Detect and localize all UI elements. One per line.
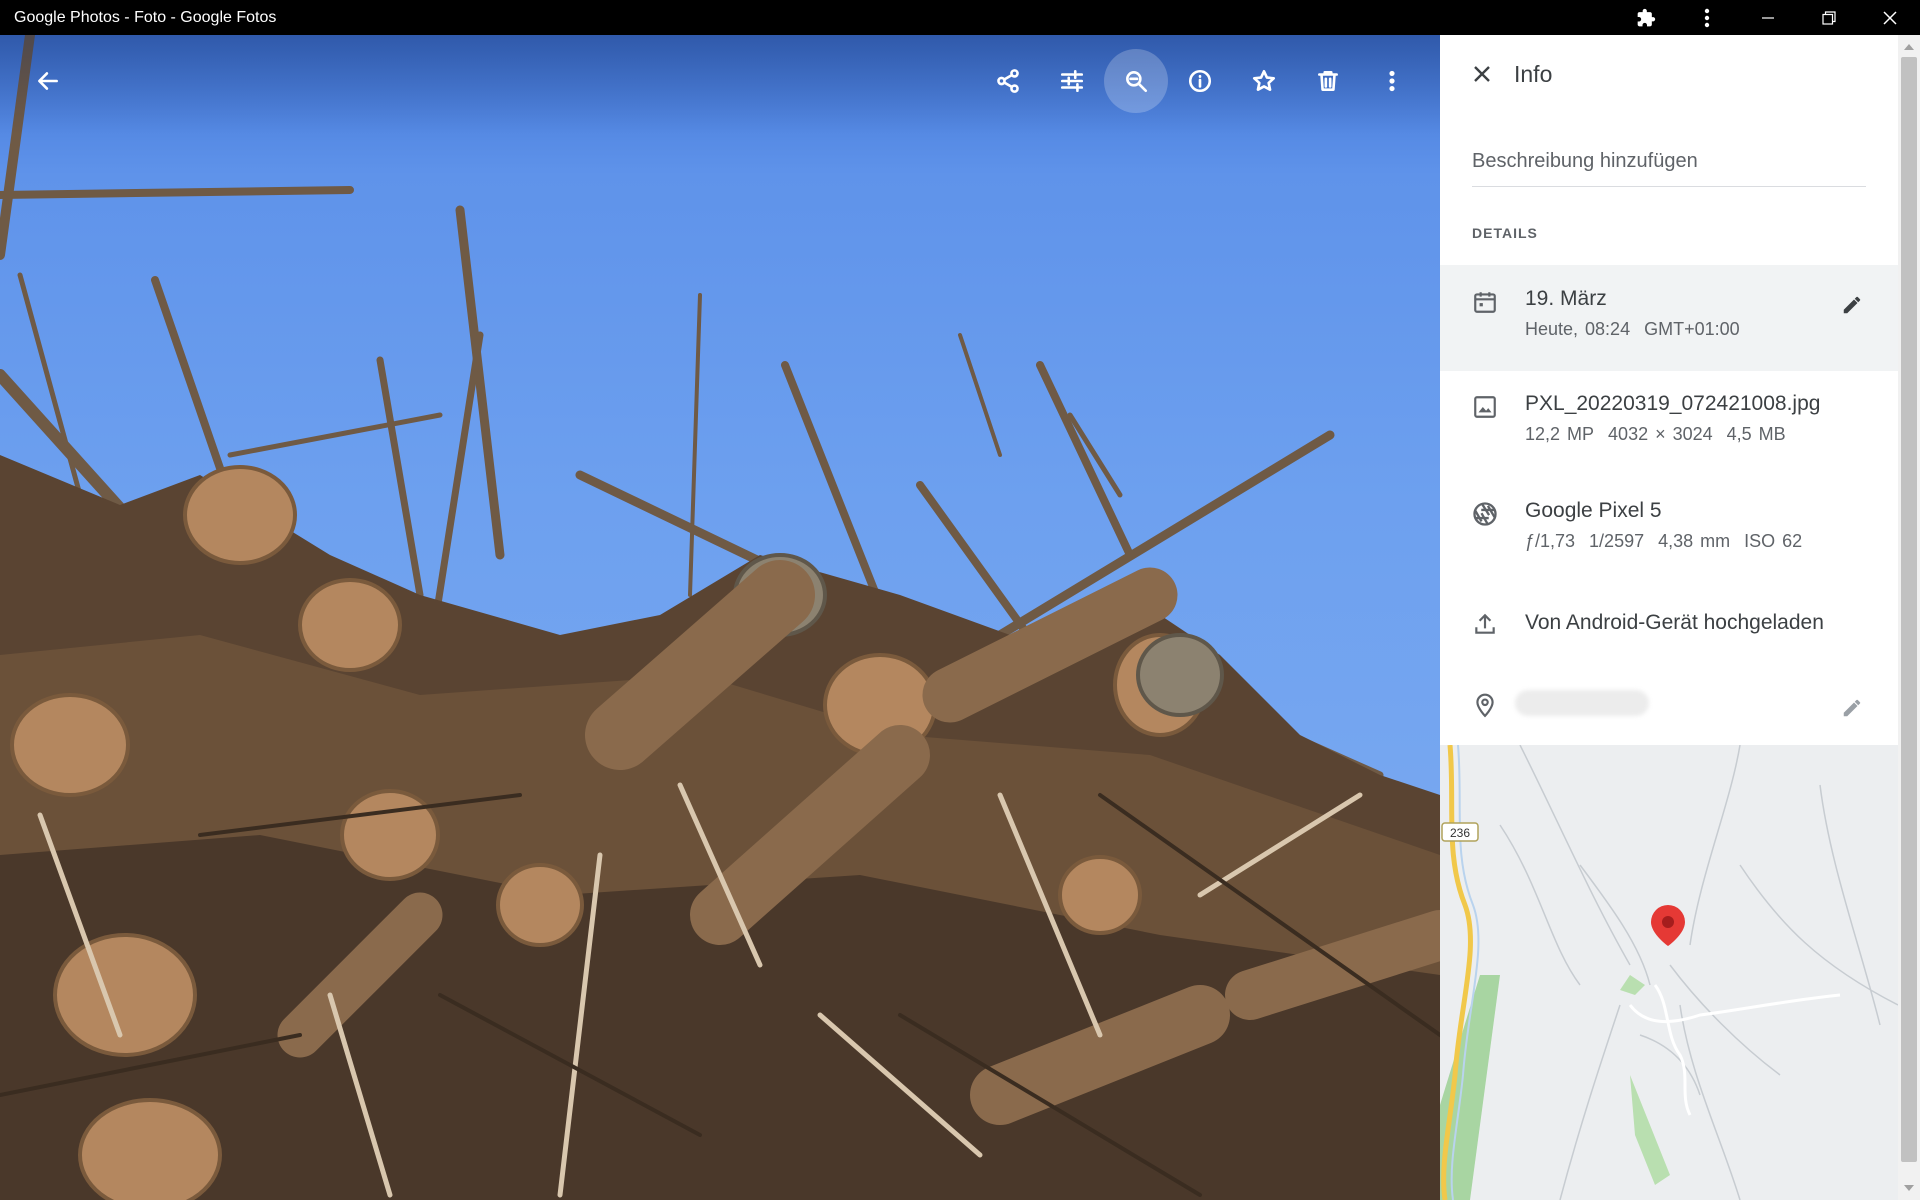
date-timezone: GMT+01:00 [1644,319,1740,339]
back-button[interactable] [22,55,74,107]
location-row[interactable] [1440,670,1898,745]
viewer-toolbar [976,47,1424,115]
close-icon [1474,66,1490,82]
edit-date-button[interactable] [1834,287,1870,323]
map-road-label: 236 [1450,826,1470,840]
camera-focal: 4,38 mm [1658,531,1731,551]
share-button[interactable] [976,49,1040,113]
camera-iso: ISO 62 [1744,531,1803,551]
favorite-button[interactable] [1232,49,1296,113]
info-button[interactable] [1168,49,1232,113]
details-heading: DETAILS [1472,225,1538,241]
upload-icon [1470,609,1500,639]
photo-viewer[interactable] [0,35,1440,1200]
zoom-button[interactable] [1104,49,1168,113]
camera-row: Google Pixel 5 ƒ/1,73 1/2597 4,38 mm ISO 62 [1440,479,1898,585]
minimize-icon[interactable] [1737,0,1798,35]
edit-button[interactable] [1040,49,1104,113]
close-window-icon[interactable] [1859,0,1920,35]
more-options-button[interactable] [1360,49,1424,113]
tune-icon [1060,69,1084,93]
info-panel: Info DETAILS 19. März Heute, 08:24 GMT+01… [1440,35,1898,1200]
restore-icon[interactable] [1798,0,1859,35]
panel-scrollbar[interactable] [1898,35,1920,1200]
scroll-down-arrow[interactable] [1904,1185,1914,1191]
app-menu-icon[interactable] [1676,0,1737,35]
info-title: Info [1514,60,1553,87]
zoom-icon [1126,71,1148,93]
date-row[interactable]: 19. März Heute, 08:24 GMT+01:00 [1440,265,1898,371]
file-row: PXL_20220319_072421008.jpg 12,2 MP 4032 ×… [1440,372,1898,478]
window-titlebar: Google Photos - Foto - Google Fotos [0,0,1920,35]
delete-icon [1318,71,1338,91]
camera-shutter: 1/2597 [1589,531,1645,551]
camera-aperture: ƒ/1,73 [1525,531,1576,551]
star-icon [1252,69,1276,91]
location-pin-icon [1470,690,1500,720]
location-map[interactable]: 236 [1440,745,1898,1200]
info-header: Info [1440,35,1898,113]
more-vert-icon [1389,70,1395,92]
photo-image [0,35,1440,1200]
description-input[interactable] [1472,143,1866,187]
share-icon [997,69,1019,93]
info-icon [1188,69,1212,93]
date-time: Heute, 08:24 [1525,319,1631,339]
camera-aperture-icon [1470,499,1500,529]
file-name: PXL_20220319_072421008.jpg [1525,392,1821,415]
upload-row: Von Android-Gerät hochgeladen [1440,587,1898,667]
pencil-icon [1843,296,1861,314]
calendar-icon [1470,287,1500,317]
edit-location-button[interactable] [1834,690,1870,726]
date-primary: 19. März [1525,287,1607,310]
scrollbar-thumb[interactable] [1901,57,1917,1162]
camera-model: Google Pixel 5 [1525,499,1662,522]
delete-button[interactable] [1296,49,1360,113]
arrow-back-icon [38,72,58,90]
file-megapixels: 12,2 MP [1525,424,1595,444]
upload-text: Von Android-Gerät hochgeladen [1525,611,1824,634]
scroll-up-arrow[interactable] [1904,44,1914,50]
file-size: 4,5 MB [1726,424,1786,444]
window-title: Google Photos - Foto - Google Fotos [14,8,277,26]
close-info-button[interactable] [1458,50,1506,98]
extensions-icon[interactable] [1615,0,1676,35]
map-image: 236 [1440,745,1898,1200]
file-dimensions: 4032 × 3024 [1608,424,1713,444]
image-icon [1470,392,1500,422]
pencil-icon [1843,699,1861,717]
location-name-redacted [1515,690,1649,716]
